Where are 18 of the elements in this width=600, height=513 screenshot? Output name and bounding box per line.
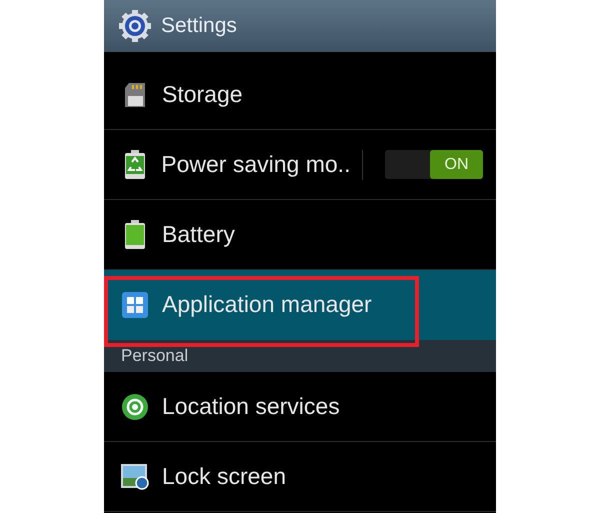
screen-title: Settings — [161, 14, 237, 38]
item-label: Location services — [162, 393, 340, 420]
battery-icon — [124, 220, 146, 250]
item-label: Lock screen — [162, 463, 286, 490]
item-label: Storage — [162, 81, 243, 108]
section-header: Personal — [104, 340, 496, 372]
item-label: Application manager — [162, 291, 372, 318]
item-label: Power saving mo.. — [161, 151, 350, 178]
toggle-switch[interactable]: ON — [385, 150, 483, 179]
toggle-knob: ON — [430, 150, 483, 179]
grid-icon — [122, 292, 148, 318]
settings-icon — [118, 9, 152, 43]
battery-recycle-icon — [124, 150, 146, 180]
lock-picture-icon — [121, 464, 149, 490]
item-label: Battery — [162, 221, 235, 248]
settings-item[interactable]: Application manager — [104, 270, 496, 340]
memory-card-icon — [124, 82, 146, 108]
location-target-icon — [121, 392, 149, 420]
